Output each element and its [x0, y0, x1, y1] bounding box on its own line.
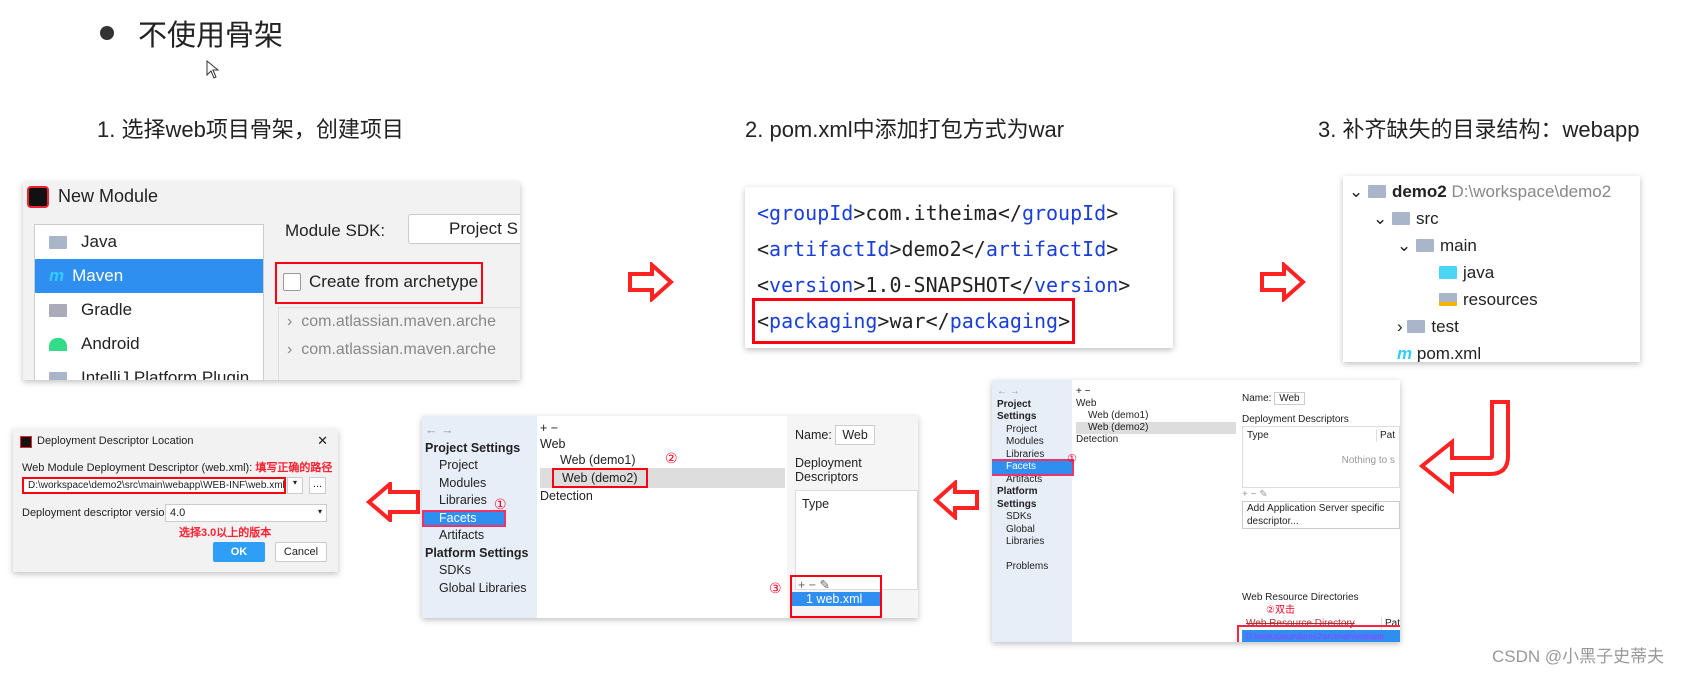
tree-node-main[interactable]: ⌄ main — [1349, 232, 1640, 259]
watermark: CSDN @小黑子史蒂夫 — [1492, 647, 1665, 666]
pom-xml-snippet: <groupId>com.itheima</groupId> <artifact… — [745, 187, 1173, 348]
nav-libraries[interactable]: Libraries — [997, 449, 1072, 462]
wrd-path-column-header: Pat — [1380, 617, 1400, 630]
create-from-archetype-checkbox[interactable]: Create from archetype — [283, 272, 478, 292]
facet-web-demo2[interactable]: Web (demo2) — [552, 468, 648, 488]
path-column-header: Pat — [1375, 429, 1395, 442]
name-field[interactable]: Web — [1274, 392, 1305, 405]
project-structure-small: ← → Project Settings Project Modules Lib… — [992, 380, 1400, 642]
facet-web-demo1[interactable]: Web (demo1) — [1076, 410, 1236, 422]
checkbox-icon — [283, 273, 301, 291]
arrow-right-icon — [628, 262, 674, 302]
nav-modules[interactable]: Modules — [997, 436, 1072, 449]
close-button[interactable]: ✕ — [317, 433, 328, 449]
nav-back-icon: ← → — [997, 386, 1020, 397]
folder-icon — [49, 235, 67, 249]
path-dropdown-button[interactable]: ▾ — [287, 477, 303, 494]
tree-node-java[interactable]: java — [1349, 259, 1640, 286]
folder-icon — [1391, 212, 1410, 225]
project-tree: ⌄ demo2 D:\workspace\demo2 ⌄ src ⌄ main … — [1343, 176, 1640, 362]
nav-back-icon: ← → — [425, 423, 454, 437]
type-column-header: Type — [1247, 430, 1269, 441]
add-descriptor-button[interactable]: + − ✎ — [792, 577, 880, 592]
cursor-icon — [206, 60, 220, 79]
intellij-logo-icon — [20, 436, 32, 448]
module-type-maven[interactable]: m Maven — [35, 259, 263, 293]
intellij-logo-icon — [27, 186, 49, 208]
android-icon — [49, 337, 67, 351]
module-sdk-select[interactable]: Project S — [408, 214, 520, 244]
maven-icon: m — [49, 266, 65, 285]
version-select[interactable]: 4.0 ▾ — [165, 504, 327, 522]
code-line: <version>1.0-SNAPSHOT</version> — [757, 273, 1131, 297]
facets-panel: ← → Project Settings Project Modules Lib… — [422, 416, 918, 618]
folder-icon — [1407, 320, 1426, 333]
code-line: <packaging>war</packaging> — [751, 298, 1076, 344]
ok-button[interactable]: OK — [213, 542, 265, 562]
tree-node-resources[interactable]: resources — [1349, 286, 1640, 313]
step-1-label: 1. 选择web项目骨架，创建项目 — [97, 117, 404, 142]
descriptor-path-input[interactable]: D:\workspace\demo2\src\main\webapp\WEB-I… — [22, 477, 286, 494]
module-type-gradle[interactable]: Gradle — [35, 293, 263, 327]
tree-node-test[interactable]: › test — [1349, 313, 1640, 340]
step-2-label: 2. pom.xml中添加打包方式为war — [745, 117, 1065, 142]
web-resource-directory-row[interactable]: D:\workspace\demo2\src\main\webapp — [1237, 625, 1400, 642]
folder-icon — [1415, 239, 1434, 252]
nav-problems[interactable]: Problems — [997, 561, 1072, 574]
arrow-curved-icon — [1418, 400, 1510, 494]
add-server-descriptor-button[interactable]: Add Application Server specific descript… — [1242, 501, 1400, 529]
arrow-left-icon — [366, 482, 420, 522]
archetype-item[interactable]: › com.atlassian.maven.arche — [287, 336, 520, 364]
nav-global-libraries[interactable]: Global Libraries — [425, 580, 537, 598]
bullet-icon — [100, 26, 114, 40]
nav-libraries[interactable]: Libraries — [425, 492, 537, 510]
browse-button[interactable]: ... — [309, 477, 326, 494]
step-3-label: 3. 补齐缺失的目录结构：webapp — [1318, 117, 1640, 142]
nav-sdks[interactable]: SDKs — [425, 562, 537, 580]
nav-project[interactable]: Project — [997, 424, 1072, 437]
webxml-menu-item[interactable]: 1 web.xml — [792, 592, 880, 606]
resources-folder-icon — [1439, 293, 1457, 306]
deployment-descriptor-dialog: Deployment Descriptor Location ✕ Web Mod… — [13, 429, 338, 572]
nav-modules[interactable]: Modules — [425, 475, 537, 493]
nav-facets[interactable]: Facets — [992, 459, 1074, 476]
arrow-left-icon — [933, 480, 979, 520]
code-line: <artifactId>demo2</artifactId> — [757, 237, 1119, 261]
facet-web-demo2[interactable]: Web (demo2) — [1076, 422, 1236, 434]
nav-sdks[interactable]: SDKs — [997, 511, 1072, 524]
heading: 不使用骨架 — [100, 12, 283, 54]
tree-node-pom[interactable]: m pom.xml — [1349, 340, 1640, 362]
add-facet-button[interactable]: + − — [540, 420, 785, 436]
nav-global-libraries[interactable]: Global Libraries — [997, 524, 1072, 549]
module-type-android[interactable]: Android — [35, 327, 263, 361]
plugin-icon — [49, 371, 67, 380]
add-facet-button[interactable]: + − — [1076, 386, 1236, 398]
module-type-java[interactable]: Java — [35, 225, 263, 259]
facet-web-demo1[interactable]: Web (demo1) — [540, 452, 785, 468]
source-folder-icon — [1439, 266, 1457, 279]
archetype-item[interactable]: › com.atlassian.maven.arche — [287, 308, 520, 336]
module-type-intellij-plugin[interactable]: IntelliJ Platform Plugin — [35, 361, 263, 380]
name-field[interactable]: Web — [835, 425, 875, 445]
cancel-button[interactable]: Cancel — [275, 542, 327, 562]
tree-node-root[interactable]: ⌄ demo2 D:\workspace\demo2 — [1349, 178, 1640, 205]
dialog-title: New Module — [58, 186, 159, 206]
gradle-icon — [49, 303, 67, 317]
nav-artifacts[interactable]: Artifacts — [997, 474, 1072, 487]
nav-artifacts[interactable]: Artifacts — [425, 527, 537, 545]
code-line: <groupId>com.itheima</groupId> — [757, 201, 1119, 225]
module-sdk-label: Module SDK: — [285, 221, 386, 240]
maven-icon: m — [1397, 344, 1413, 362]
new-module-dialog: New Module Java m Maven Gradle Android In… — [23, 182, 520, 380]
tree-node-src[interactable]: ⌄ src — [1349, 205, 1640, 232]
module-folder-icon — [1367, 185, 1386, 198]
nav-project[interactable]: Project — [425, 457, 537, 475]
arrow-right-icon — [1260, 262, 1306, 302]
